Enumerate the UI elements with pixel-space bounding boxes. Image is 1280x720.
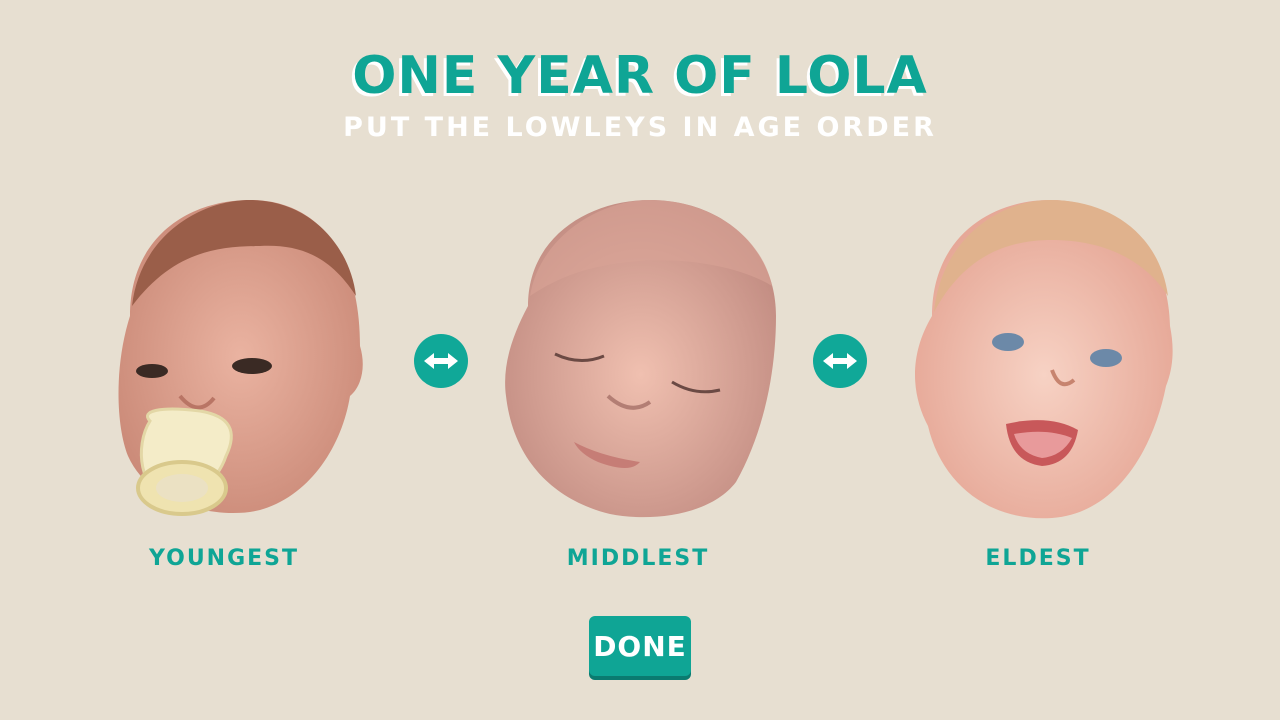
left-right-arrows-icon bbox=[823, 353, 857, 369]
done-button[interactable]: DONE bbox=[589, 616, 691, 676]
game-title: ONE YEAR OF LOLA bbox=[352, 46, 928, 106]
baby-photo-eldest[interactable] bbox=[902, 196, 1178, 522]
swap-first-and-middle-button[interactable] bbox=[414, 334, 468, 388]
slot-label-eldest: ELDEST bbox=[985, 546, 1091, 571]
baby-photo-middlest[interactable] bbox=[500, 196, 780, 524]
swap-middle-and-last-button[interactable] bbox=[813, 334, 867, 388]
game-instructions: PUT THE LOWLEYS IN AGE ORDER bbox=[343, 112, 937, 143]
slot-label-middlest: MIDDLEST bbox=[566, 546, 710, 571]
slot-label-youngest: YOUNGEST bbox=[148, 546, 300, 571]
baby-photo-youngest[interactable] bbox=[110, 196, 370, 526]
left-right-arrows-icon bbox=[424, 353, 458, 369]
